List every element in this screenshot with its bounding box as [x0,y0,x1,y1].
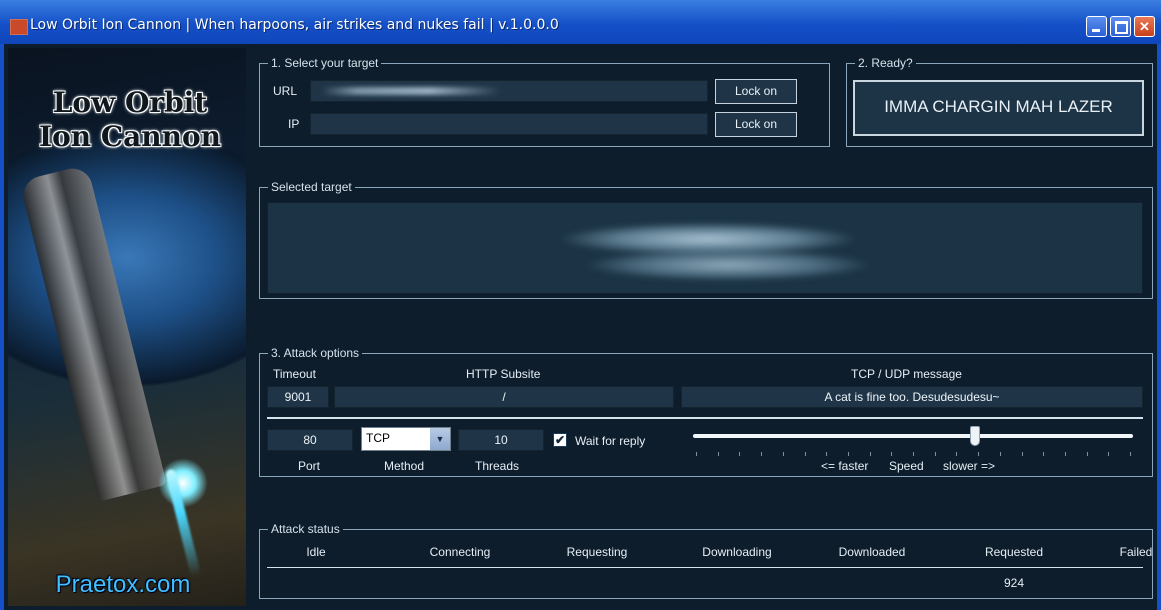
status-header-requesting: Requesting [566,545,628,559]
app-icon[interactable] [10,19,28,35]
window-frame-left [0,44,4,610]
window-title: Low Orbit Ion Cannon | When harpoons, ai… [30,17,559,33]
speed-slider-tick [870,452,871,456]
speed-slower-label: slower => [943,459,996,473]
selected-target-redacted [508,213,908,285]
method-select-value: TCP [366,431,390,445]
attack-options-label: 3. Attack options [268,346,363,360]
app-window: Low Orbit Ion Cannon | When harpoons, ai… [0,0,1161,610]
close-icon: ✕ [1139,19,1150,34]
status-header-requested: Requested [984,545,1044,559]
speed-slider-tick [739,452,740,456]
attack-status-group: Attack status Idle Connecting Requesting Do… [259,522,1153,599]
port-input[interactable]: 80 [267,429,353,451]
speed-slider-tick [913,452,914,456]
wait-for-reply-label[interactable]: Wait for reply [575,434,645,448]
speed-label: Speed [889,459,924,473]
timeout-label: Timeout [273,367,316,381]
minimize-icon [1087,17,1106,36]
minimize-button[interactable] [1086,16,1107,37]
spaceship-illustration [19,164,167,502]
brand-title-line1: Low Orbit [52,86,208,119]
speed-slider-thumb[interactable] [970,426,980,446]
url-redacted [321,87,501,95]
status-header-idle: Idle [306,545,326,559]
speed-slider-tick [1000,452,1001,456]
ip-label: IP [288,117,300,131]
speed-slider-tick [826,452,827,456]
selected-target-display [267,202,1143,294]
speed-slider-tick [805,452,806,456]
tcp-udp-message-input[interactable]: A cat is fine too. Desudesudesu~ [681,386,1143,408]
brand-title: Low Orbit Ion Cannon [30,86,230,154]
attack-status-label: Attack status [268,522,343,536]
lock-on-url-button[interactable]: Lock on [715,79,797,104]
attack-status-divider [267,567,1143,568]
speed-faster-label: <= faster [821,459,869,473]
wait-for-reply-checkbox[interactable]: ✔ [553,433,567,447]
brand-title-line2: Ion Cannon [38,120,222,153]
ready-group: 2. Ready? IMMA CHARGIN MAH LAZER [846,56,1153,147]
speed-slider-tick [1108,452,1109,456]
status-value-requested: 924 [1003,576,1025,590]
speed-slider-tick [718,452,719,456]
attack-options-divider [267,417,1143,419]
brand-url: Praetox.com [55,571,191,598]
attack-options-group: 3. Attack options Timeout HTTP Subsite T… [259,346,1153,477]
threads-input[interactable]: 10 [458,429,544,451]
speed-slider-tick [783,452,784,456]
url-label: URL [273,84,298,98]
maximize-icon [1111,17,1130,36]
selected-target-group: Selected target [259,180,1153,299]
speed-slider-tick [935,452,936,456]
speed-slider-tick [1065,452,1066,456]
speed-slider-tick [1087,452,1088,456]
selected-target-label: Selected target [268,180,355,194]
method-label: Method [384,459,425,473]
speed-slider-tick [978,452,979,456]
url-input[interactable] [310,80,708,102]
speed-slider-tick [1022,452,1023,456]
speed-slider-tick [891,452,892,456]
status-header-connecting: Connecting [429,545,491,559]
speed-slider-tick [848,452,849,456]
select-target-group: 1. Select your target URL Lock on IP Loc… [259,56,830,147]
maximize-button[interactable] [1110,16,1131,37]
status-header-failed: Failed [1119,545,1153,559]
threads-label: Threads [475,459,520,473]
window-frame-right [1157,44,1161,610]
speed-slider-tick [761,452,762,456]
speed-slider-track[interactable] [693,434,1133,438]
status-header-downloaded: Downloaded [838,545,906,559]
ip-input[interactable] [310,113,708,135]
method-select[interactable]: TCP ▼ [361,427,451,451]
timeout-input[interactable]: 9001 [267,386,329,408]
speed-slider-tick [1130,452,1131,456]
port-label: Port [298,459,321,473]
brand-sidebar: Low Orbit Ion Cannon Praetox.com [8,48,246,606]
select-target-label: 1. Select your target [268,56,382,70]
speed-slider-tick [1043,452,1044,456]
http-subsite-label: HTTP Subsite [466,367,541,381]
title-bar[interactable]: Low Orbit Ion Cannon | When harpoons, ai… [0,0,1161,44]
tcp-udp-message-label: TCP / UDP message [851,367,962,381]
close-button[interactable]: ✕ [1134,16,1155,37]
status-header-downloading: Downloading [702,545,772,559]
http-subsite-input[interactable]: / [334,386,674,408]
chevron-down-icon[interactable]: ▼ [430,428,450,450]
cannon-glow [158,458,208,508]
ready-label: 2. Ready? [855,56,916,70]
lock-on-ip-button[interactable]: Lock on [715,112,797,137]
fire-button[interactable]: IMMA CHARGIN MAH LAZER [853,80,1144,136]
speed-slider-tick [696,452,697,456]
speed-slider-tick [956,452,957,456]
